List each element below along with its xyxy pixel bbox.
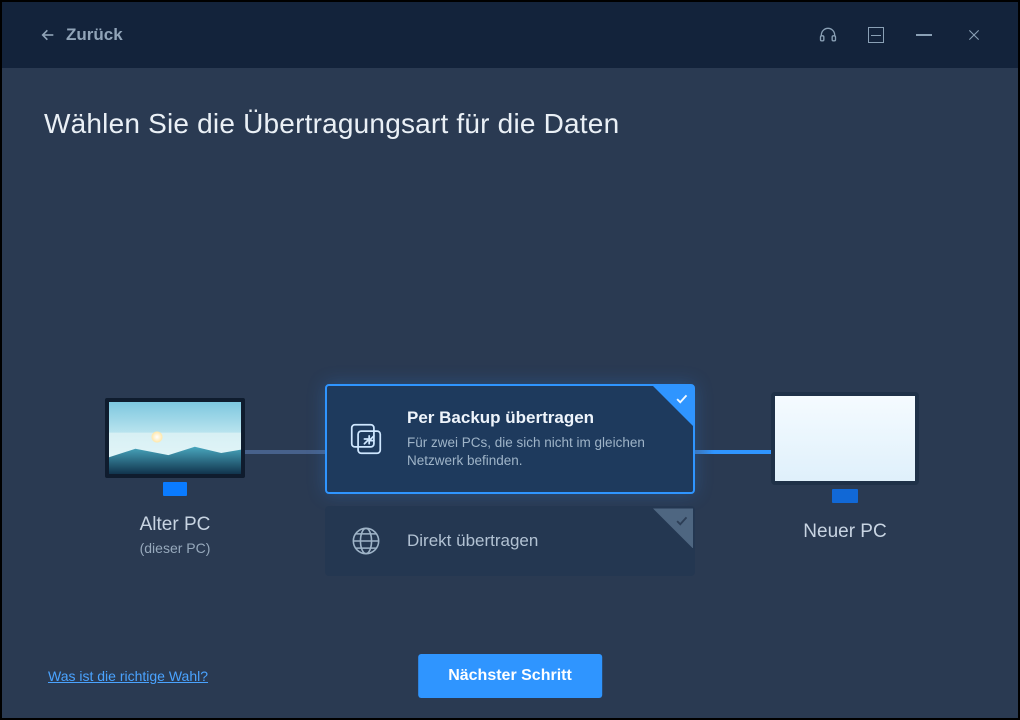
titlebar: Zurück xyxy=(2,2,1018,68)
diagram: Alter PC (dieser PC) xyxy=(2,368,1018,560)
monitor-screen-icon xyxy=(105,398,245,478)
page-title: Wählen Sie die Übertragungsart für die D… xyxy=(44,108,976,140)
content-area: Wählen Sie die Übertragungsart für die D… xyxy=(2,68,1018,718)
backup-transfer-icon xyxy=(347,420,385,458)
monitor-stand-icon xyxy=(832,489,858,503)
back-button[interactable]: Zurück xyxy=(40,25,123,45)
new-pc-monitor xyxy=(771,392,919,503)
headset-icon[interactable] xyxy=(818,25,838,45)
window-controls xyxy=(818,25,998,45)
old-pc-label: Alter PC xyxy=(140,514,211,536)
footer: Was ist die richtige Wahl? Nächster Schr… xyxy=(2,668,1018,684)
check-icon xyxy=(674,391,689,406)
option-backup-desc: Für zwei PCs, die sich nicht im gleichen… xyxy=(407,434,667,470)
app-window: Zurück Wählen Sie die Übertragungsart fü… xyxy=(2,2,1018,718)
next-button[interactable]: Nächster Schritt xyxy=(418,654,602,698)
new-pc-label: Neuer PC xyxy=(803,521,886,543)
unselected-badge xyxy=(653,508,693,548)
connector-line-left xyxy=(245,450,335,454)
back-label: Zurück xyxy=(66,25,123,45)
options-column: Per Backup übertragen Für zwei PCs, die … xyxy=(325,384,695,576)
dropdown-box-icon[interactable] xyxy=(868,27,884,43)
option-backup-title: Per Backup übertragen xyxy=(407,408,667,428)
close-button[interactable] xyxy=(964,25,984,45)
minimize-button[interactable] xyxy=(914,25,934,45)
option-direct[interactable]: Direkt übertragen xyxy=(325,506,695,576)
check-icon xyxy=(674,513,689,528)
option-backup[interactable]: Per Backup übertragen Für zwei PCs, die … xyxy=(325,384,695,494)
new-pc-column: Neuer PC xyxy=(735,392,955,543)
old-pc-column: Alter PC (dieser PC) xyxy=(65,398,285,556)
monitor-stand-icon xyxy=(163,482,187,496)
globe-icon xyxy=(347,522,385,560)
monitor-screen-icon xyxy=(771,392,919,485)
help-link[interactable]: Was ist die richtige Wahl? xyxy=(48,668,208,684)
old-pc-monitor xyxy=(105,398,245,496)
option-direct-title: Direkt übertragen xyxy=(407,531,538,551)
old-pc-sublabel: (dieser PC) xyxy=(140,540,211,556)
arrow-left-icon xyxy=(40,27,56,43)
